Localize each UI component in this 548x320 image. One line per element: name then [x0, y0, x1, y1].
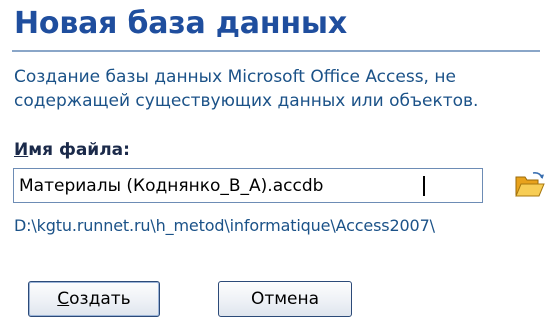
cancel-button[interactable]: Отмена: [218, 281, 352, 317]
panel-title: Новая база данных: [14, 6, 347, 41]
panel-description: Создание базы данных Microsoft Office Ac…: [14, 67, 479, 111]
file-name-label: Имя файла:: [14, 140, 130, 160]
create-button[interactable]: Создать: [28, 281, 160, 317]
create-button-rest: оздать: [69, 289, 131, 309]
browse-folder-button[interactable]: [514, 170, 546, 200]
file-name-label-rest: мя файла:: [28, 140, 130, 160]
file-location-path: D:\kgtu.runnet.ru\h_metod\informatique\A…: [14, 216, 435, 235]
text-caret: [423, 176, 425, 196]
title-divider: [12, 50, 540, 52]
create-button-accel: С: [57, 289, 70, 309]
file-name-input[interactable]: [13, 168, 483, 203]
file-name-label-accel: И: [14, 140, 29, 160]
new-database-panel: Новая база данных Создание базы данных M…: [0, 0, 548, 320]
open-folder-icon: [515, 172, 545, 197]
